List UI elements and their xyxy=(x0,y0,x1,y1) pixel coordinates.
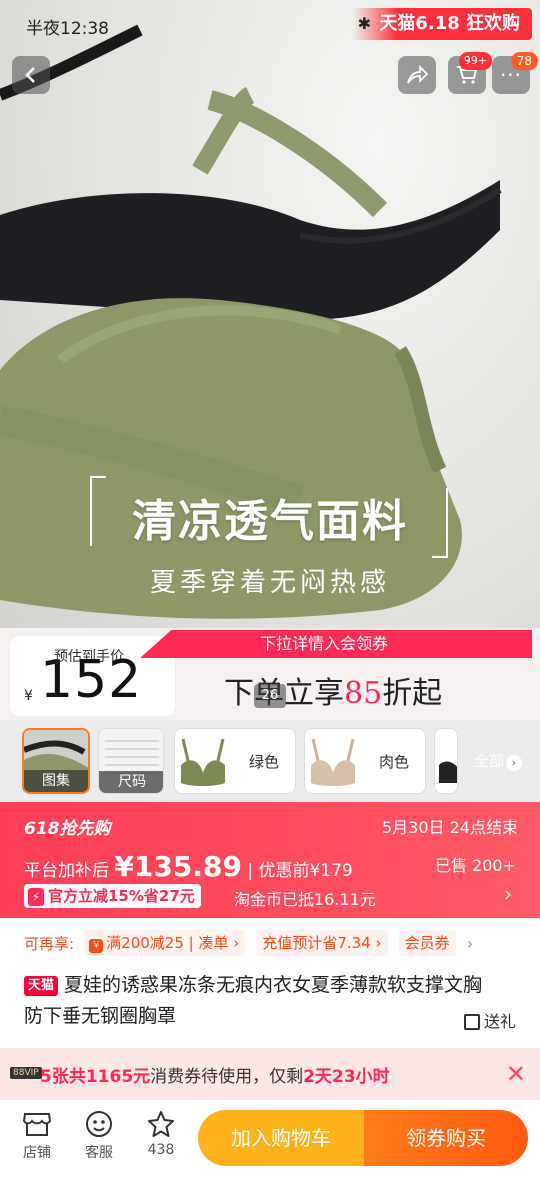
more-button[interactable]: ··· 78 xyxy=(492,52,538,94)
thumb-size-caption: 尺码 xyxy=(99,771,163,793)
cart-badge: 99+ xyxy=(458,52,492,70)
image-page-indicator: 26 xyxy=(254,684,286,708)
thumb-nude[interactable]: 肉色 xyxy=(304,728,426,794)
thumb-gallery-caption: 图集 xyxy=(24,770,88,792)
subsidy-price: 平台加补后 ¥135.89 | 优惠前¥179 xyxy=(24,850,353,883)
enjoy-label: 可再享: xyxy=(24,934,75,953)
add-to-cart-button[interactable]: 加入购物车 xyxy=(198,1110,364,1166)
bluetooth-icon: ✱ xyxy=(357,14,372,33)
hero-title: 清凉透气面料 xyxy=(132,496,408,547)
coupon-banner[interactable]: 下拉详情入会领券 xyxy=(140,630,532,658)
favorite-button[interactable]: 438 xyxy=(136,1110,186,1158)
thumb-nude-label: 肉色 xyxy=(379,753,410,771)
thumb-green[interactable]: 绿色 xyxy=(174,728,296,794)
thumbnail-row: 图集 尺码 绿色 肉色 全部 › xyxy=(0,720,540,802)
shop-icon xyxy=(22,1113,52,1136)
thumb-gallery[interactable]: 图集 xyxy=(22,728,90,794)
chevron-right-icon: › xyxy=(504,882,512,906)
gift-icon xyxy=(463,1014,480,1030)
thumb-green-label: 绿色 xyxy=(249,753,280,771)
all-thumbnails-button[interactable]: 全部 › xyxy=(474,750,522,771)
star-icon xyxy=(148,1111,174,1137)
vip-badge: 88VIP xyxy=(10,1067,42,1079)
taojin-coin-text: 淘金币已抵16.11元 xyxy=(234,890,376,909)
cart-button[interactable]: 99+ xyxy=(448,52,492,94)
thumb-partial[interactable] xyxy=(434,728,458,794)
chevron-right-icon[interactable]: › xyxy=(467,934,473,953)
chip-recharge[interactable]: 充值预计省7.34 › xyxy=(256,930,388,956)
tmall-618-banner[interactable]: ✱ 天猫6.18 狂欢购 xyxy=(353,8,532,40)
share-icon xyxy=(407,65,428,84)
lightning-icon: ⚡ xyxy=(28,888,44,906)
product-photo xyxy=(0,24,502,619)
chip-member-coupon[interactable]: 会员券 xyxy=(398,930,456,956)
message-badge: 78 xyxy=(510,52,538,70)
coupon-chips: 可再享: ¥ 满200减25 | 凑单 › 充值预计省7.34 › 会员券 › xyxy=(24,930,524,958)
back-button[interactable] xyxy=(12,56,50,94)
shop-button[interactable]: 店铺 xyxy=(12,1110,62,1162)
share-button[interactable] xyxy=(398,56,436,94)
chevron-left-icon xyxy=(25,67,35,83)
official-discount-tag: ⚡ 官方立减15%省27元 xyxy=(24,884,201,908)
price-currency: ¥ xyxy=(24,688,33,704)
bottom-action-bar: 店铺 客服 438 加入购物车 领券购买 xyxy=(0,1100,540,1200)
product-hero-image[interactable] xyxy=(0,0,540,720)
service-icon xyxy=(86,1111,112,1137)
estimated-price: 152 xyxy=(40,650,143,710)
buy-with-coupon-button[interactable]: 领券购买 xyxy=(364,1110,528,1166)
sold-count: 已售 200+ xyxy=(434,856,516,875)
vip-coupon-text: 5张共1165元消费券待使用，仅剩2天23小时 xyxy=(40,1067,390,1087)
coupon-icon: ¥ xyxy=(89,939,104,953)
status-time: 半夜12:38 xyxy=(26,19,109,39)
thumb-size[interactable]: 尺码 xyxy=(98,728,164,794)
customer-service-button[interactable]: 客服 xyxy=(74,1110,124,1162)
promo-event: 618抢先购 xyxy=(24,819,111,839)
vip-coupon-bar[interactable]: 88VIP 5张共1165元消费券待使用，仅剩2天23小时 ✕ xyxy=(0,1048,540,1100)
promo-panel[interactable]: 618抢先购 5月30日 24点结束 平台加补后 ¥135.89 | 优惠前¥1… xyxy=(0,802,540,918)
tmall-tag: 天猫 xyxy=(24,976,59,996)
hero-subtitle: 夏季穿着无闷热感 xyxy=(149,568,390,598)
close-icon[interactable]: ✕ xyxy=(506,1060,526,1088)
gift-button[interactable]: 送礼 xyxy=(463,1008,516,1032)
product-title[interactable]: 天猫 夏娃的诱惑果冻条无痕内衣女夏季薄款软支撑文胸防下垂无钢圈胸罩 xyxy=(24,970,494,1032)
product-info-card: 可再享: ¥ 满200减25 | 凑单 › 充值预计省7.34 › 会员券 › 天… xyxy=(0,918,540,1048)
chevron-right-icon: › xyxy=(506,755,522,771)
chip-full-reduction[interactable]: ¥ 满200减25 | 凑单 › xyxy=(83,930,246,956)
promo-end-time: 5月30日 24点结束 xyxy=(382,818,518,837)
